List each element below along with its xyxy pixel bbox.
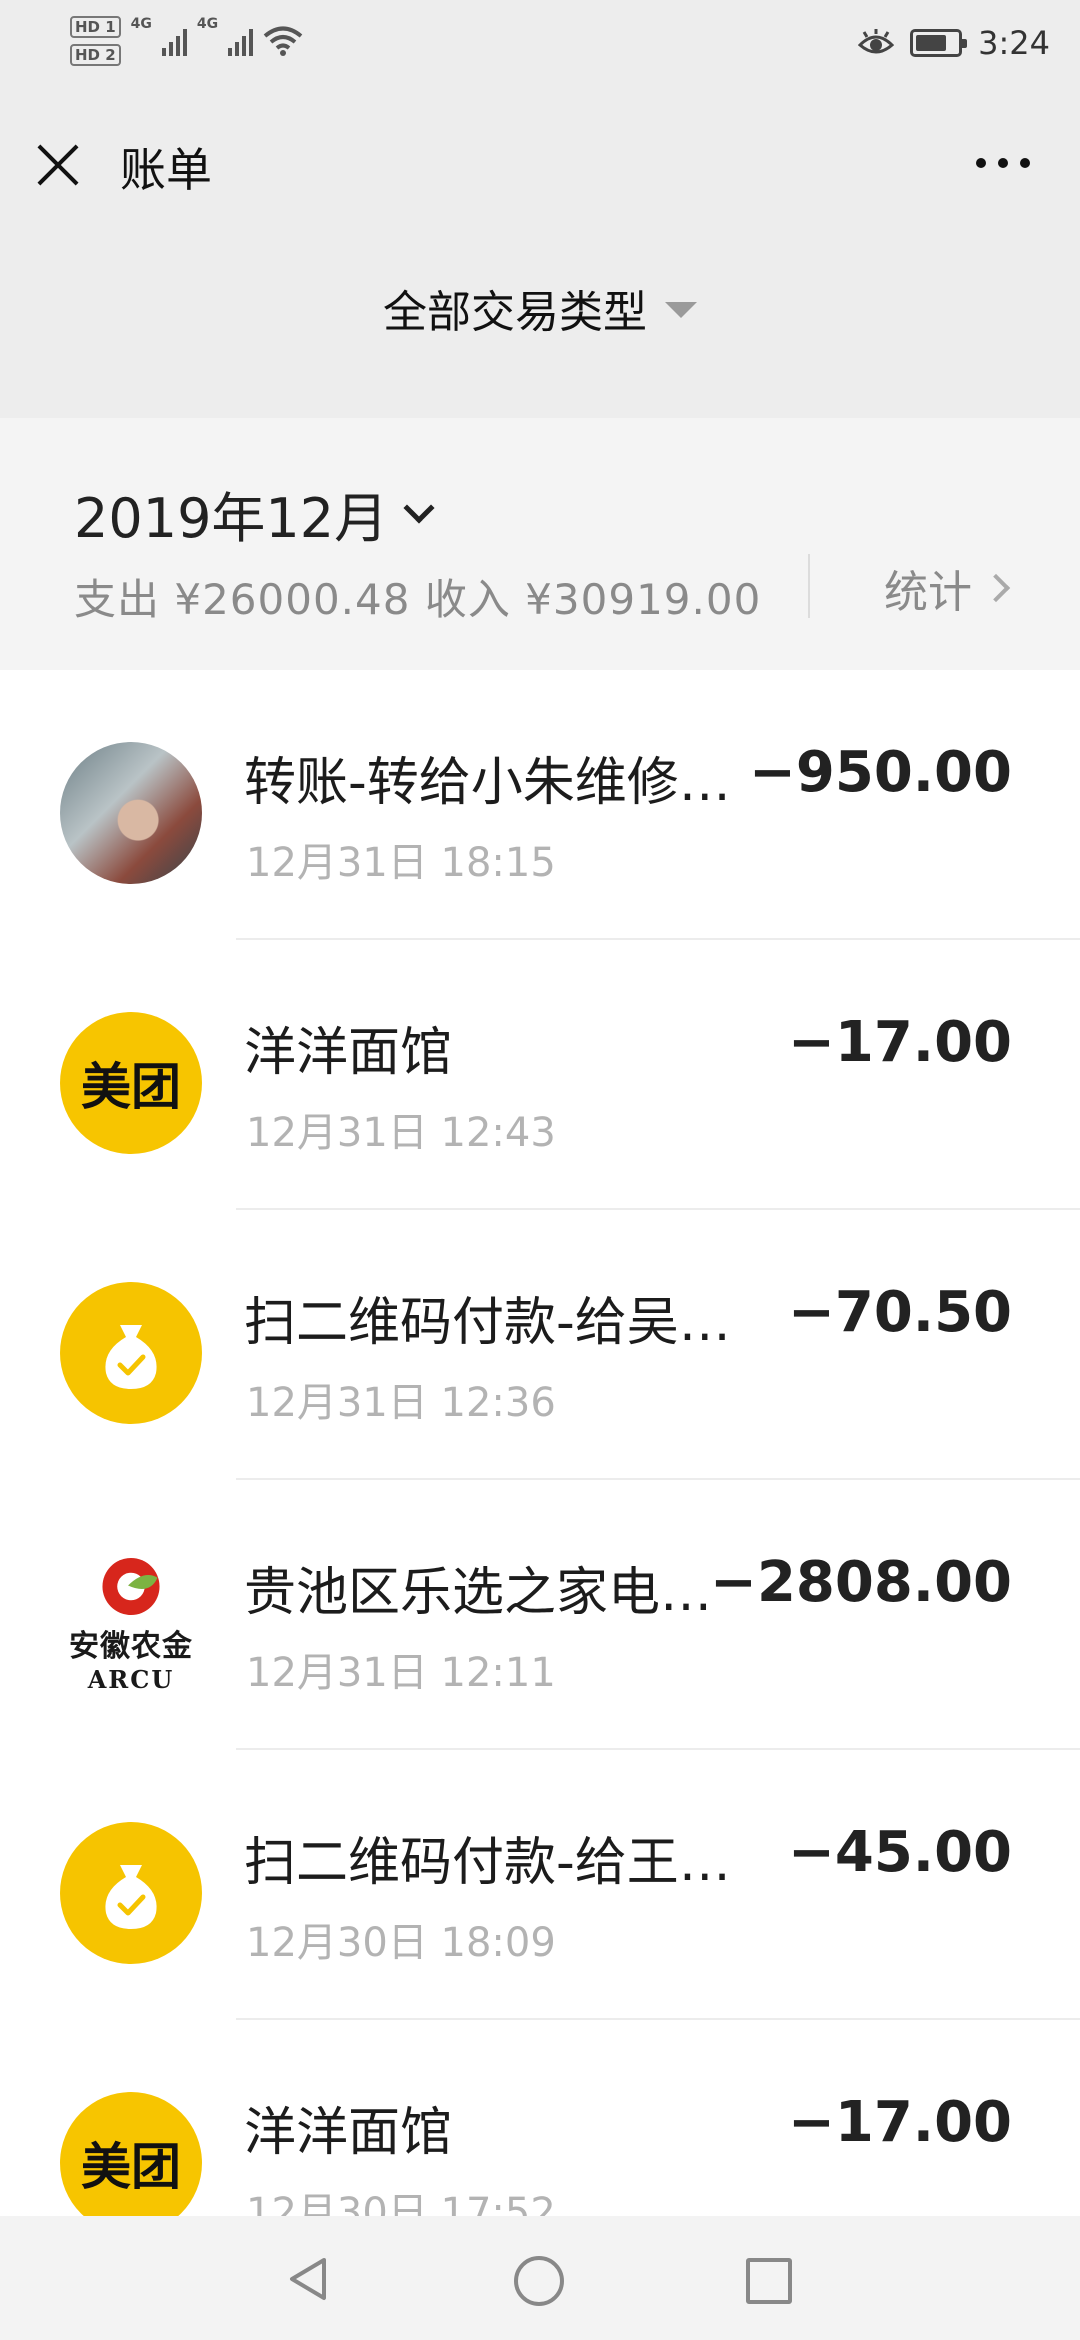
hd2-badge: HD 2 <box>70 44 121 66</box>
filter-label: 全部交易类型 <box>383 287 647 338</box>
stats-link[interactable]: 统计 <box>884 556 1011 620</box>
chevron-down-icon <box>403 491 435 524</box>
meituan-icon: 美团 <box>60 2092 202 2216</box>
arcu-cn-name: 安徽农金 <box>69 1629 193 1664</box>
month-header: 2019年12月 支出 ¥26000.48 收入 ¥30919.00 统计 <box>0 418 1080 670</box>
month-summary: 支出 ¥26000.48 收入 ¥30919.00 <box>74 575 762 624</box>
battery-icon <box>910 29 968 57</box>
hd-indicators: HD 1 HD 2 <box>70 16 121 66</box>
page-title: 账单 <box>120 143 212 197</box>
arcu-bank-icon: 安徽农金 ARCU <box>60 1552 202 1694</box>
transaction-amount: −45.00 <box>787 1820 1012 1885</box>
arcu-logo-mark <box>102 1557 160 1616</box>
money-bag-glyph <box>105 1325 157 1389</box>
transaction-title: 贵池区乐选之家电… <box>244 1563 713 1623</box>
money-bag-icon <box>60 1822 202 1964</box>
transaction-amount: −950.00 <box>748 740 1012 805</box>
network-type-1: 4G <box>130 16 152 32</box>
transaction-row[interactable]: 扫二维码付款-给吴… 12月31日 12:36 −70.50 <box>0 1210 1080 1480</box>
meituan-logo-text: 美团 <box>81 1058 181 1116</box>
transaction-row[interactable]: 安徽农金 ARCU 贵池区乐选之家电… 12月31日 12:11 −2808.0… <box>0 1480 1080 1750</box>
home-circle-icon[interactable] <box>514 2256 564 2306</box>
transaction-date: 12月30日 18:09 <box>246 1920 556 1966</box>
status-bar: HD 1 HD 2 4G 4G 3:24 <box>0 0 1080 96</box>
transaction-title: 扫二维码付款-给王… <box>244 1833 731 1893</box>
network-type-2: 4G <box>196 16 219 32</box>
close-button[interactable] <box>34 140 82 188</box>
signal-2-icon <box>228 26 254 56</box>
status-left: HD 1 HD 2 4G 4G <box>70 16 303 66</box>
more-dot <box>998 158 1008 168</box>
divider <box>808 554 810 618</box>
meituan-icon: 美团 <box>60 1012 202 1154</box>
more-options-button[interactable] <box>976 158 1030 168</box>
month-label: 2019年12月 <box>74 487 389 550</box>
transaction-title: 转账-转给小朱维修… <box>244 753 731 813</box>
transaction-type-filter: 全部交易类型 <box>0 276 1080 360</box>
battery-fill <box>916 35 947 51</box>
transaction-date: 12月31日 18:15 <box>246 840 556 886</box>
title-bar: 账单 <box>0 96 1080 232</box>
transaction-title: 洋洋面馆 <box>244 1023 453 1083</box>
transaction-amount: −70.50 <box>787 1280 1012 1345</box>
transaction-amount: −17.00 <box>787 1010 1012 1075</box>
transaction-date: 12月31日 12:11 <box>246 1650 556 1696</box>
transaction-list: 转账-转给小朱维修… 12月31日 18:15 −950.00 美团 洋洋面馆 … <box>0 670 1080 2216</box>
transaction-amount: −2808.00 <box>710 1550 1012 1615</box>
transaction-row[interactable]: 转账-转给小朱维修… 12月31日 18:15 −950.00 <box>0 670 1080 940</box>
recents-square-icon[interactable] <box>746 2258 792 2304</box>
signal-1-icon <box>161 26 187 56</box>
status-right: 3:24 <box>858 24 1050 62</box>
arcu-en-name: ARCU <box>87 1665 175 1694</box>
month-selector[interactable]: 2019年12月 <box>74 474 435 553</box>
photo-avatar-icon <box>60 742 202 884</box>
transaction-title: 扫二维码付款-给吴… <box>244 1293 731 1353</box>
wifi-icon <box>263 26 303 56</box>
transaction-amount: −17.00 <box>787 2090 1012 2155</box>
caret-down-icon <box>665 302 697 318</box>
more-dot <box>1020 158 1030 168</box>
transaction-title: 洋洋面馆 <box>244 2103 453 2163</box>
back-triangle-icon[interactable] <box>286 2256 332 2302</box>
system-nav-bar <box>0 2216 1080 2340</box>
eye-comfort-icon <box>858 29 895 54</box>
clock: 3:24 <box>978 24 1050 62</box>
money-bag-icon <box>60 1282 202 1424</box>
meituan-logo-text: 美团 <box>81 2138 181 2196</box>
transaction-date: 12月30日 17:52 <box>246 2190 556 2216</box>
transaction-row[interactable]: 美团 洋洋面馆 12月31日 12:43 −17.00 <box>0 940 1080 1210</box>
transaction-date: 12月31日 12:43 <box>246 1110 556 1156</box>
transaction-row[interactable]: 扫二维码付款-给王… 12月30日 18:09 −45.00 <box>0 1750 1080 2020</box>
chevron-right-icon <box>981 573 1011 603</box>
more-dot <box>976 158 986 168</box>
stats-label: 统计 <box>884 567 972 618</box>
money-bag-glyph <box>105 1865 157 1929</box>
hd1-badge: HD 1 <box>70 16 121 38</box>
filter-dropdown[interactable]: 全部交易类型 <box>383 276 697 340</box>
transaction-row[interactable]: 美团 洋洋面馆 12月30日 17:52 −17.00 <box>0 2020 1080 2216</box>
transaction-date: 12月31日 12:36 <box>246 1380 556 1426</box>
